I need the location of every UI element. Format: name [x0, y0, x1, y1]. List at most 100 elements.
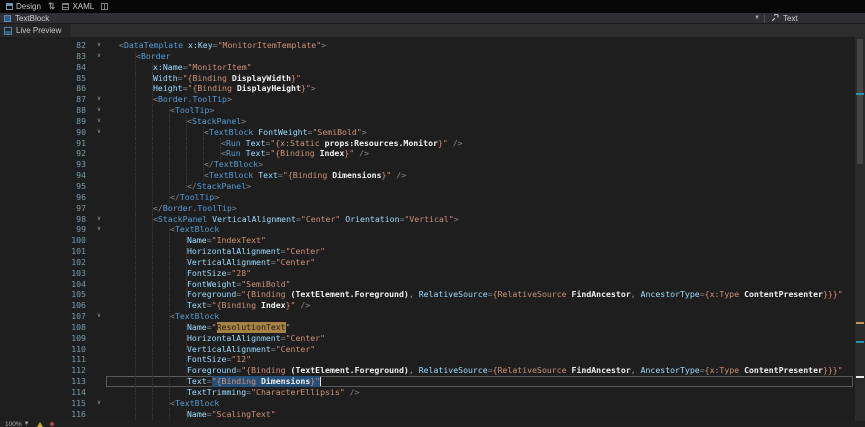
- code-line[interactable]: 105Foreground="{Binding (TextElement.For…: [0, 289, 865, 300]
- code-line[interactable]: 86Height="{Binding DisplayHeight}">: [0, 83, 865, 94]
- code-token: {x:Type: [705, 289, 744, 300]
- code-line[interactable]: 112Foreground="{Binding (TextElement.For…: [0, 365, 865, 376]
- indent-guide: [170, 246, 187, 257]
- code-token: Border.ToolTip: [163, 203, 232, 214]
- fold-chevron-icon[interactable]: ∨: [92, 311, 106, 322]
- code-line[interactable]: 113Text="{Binding Dimensions}": [0, 376, 865, 387]
- indent-guide: [170, 116, 187, 127]
- code-line[interactable]: 104FontWeight="SemiBold": [0, 279, 865, 290]
- code-line[interactable]: 102VerticalAlignment="Center": [0, 257, 865, 268]
- indent-guide: [153, 224, 170, 235]
- zoom-dropdown[interactable]: 100% ▼: [5, 421, 30, 427]
- code-line[interactable]: 108Name="ResolutionText": [0, 322, 865, 333]
- code-line[interactable]: 92<Run Text="{Binding Index}" />: [0, 148, 865, 159]
- indent-guide: [170, 344, 187, 355]
- line-number: 99: [0, 224, 92, 235]
- element-dropdown[interactable]: TextBlock ▼: [0, 13, 764, 23]
- line-number: 103: [0, 268, 92, 279]
- code-line[interactable]: 93</TextBlock>: [0, 159, 865, 170]
- code-line[interactable]: 109HorizontalAlignment="Center": [0, 333, 865, 344]
- vertical-scrollbar[interactable]: [855, 37, 865, 421]
- code-token: Name: [187, 409, 207, 420]
- code-editor[interactable]: 82∨<DataTemplate x:Key="MonitorItemTempl…: [0, 37, 865, 421]
- fold-chevron-icon[interactable]: ∨: [92, 398, 106, 409]
- fold-chevron-icon[interactable]: ∨: [92, 40, 106, 51]
- code-token: ,: [631, 365, 641, 376]
- code-token: Run: [226, 138, 241, 149]
- zoom-level: 100%: [5, 421, 22, 427]
- fold-chevron-icon[interactable]: ∨: [92, 214, 106, 225]
- code-line[interactable]: 103FontSize="28": [0, 268, 865, 279]
- scrollbar-mark: [856, 93, 864, 95]
- indent-guide: [119, 289, 136, 300]
- code-line[interactable]: 83∨<Border: [0, 51, 865, 62]
- fold-chevron-icon[interactable]: ∨: [92, 105, 106, 116]
- code-line[interactable]: 114TextTrimming="CharacterEllipsis" />: [0, 387, 865, 398]
- indent-guide: [170, 268, 187, 279]
- code-line[interactable]: 91<Run Text="{x:Static props:Resources.M…: [0, 138, 865, 149]
- indent-guide: [170, 235, 187, 246]
- split-view-icon[interactable]: [101, 3, 108, 10]
- code-line[interactable]: 101HorizontalAlignment="Center": [0, 246, 865, 257]
- indent-guide: [119, 235, 136, 246]
- code-line[interactable]: 106Text="{Binding Index}" />: [0, 300, 865, 311]
- code-line[interactable]: 97</Border.ToolTip>: [0, 203, 865, 214]
- swap-panes-icon[interactable]: ⇅: [48, 2, 56, 11]
- indent-guide: [136, 365, 153, 376]
- line-number: 110: [0, 344, 92, 355]
- code-line[interactable]: 90∨<TextBlock FontWeight="SemiBold">: [0, 127, 865, 138]
- code-token: TextBlock: [209, 127, 253, 138]
- code-line[interactable]: 99∨<TextBlock: [0, 224, 865, 235]
- code-line[interactable]: 107∨<TextBlock: [0, 311, 865, 322]
- code-line[interactable]: 95</StackPanel>: [0, 181, 865, 192]
- code-line[interactable]: 87∨<Border.ToolTip>: [0, 94, 865, 105]
- indent-guide: [170, 170, 187, 181]
- xaml-tab[interactable]: XAML: [62, 2, 94, 11]
- code-line[interactable]: 82∨<DataTemplate x:Key="MonitorItemTempl…: [0, 40, 865, 51]
- design-tab[interactable]: Design: [6, 2, 41, 11]
- line-number: 93: [0, 159, 92, 170]
- code-line[interactable]: 94<TextBlock Text="{Binding Dimensions}"…: [0, 170, 865, 181]
- indent-guide: [136, 62, 153, 73]
- fold-chevron-icon[interactable]: ∨: [92, 224, 106, 235]
- code-line[interactable]: 96</ToolTip>: [0, 192, 865, 203]
- code-line[interactable]: 111FontSize="12": [0, 354, 865, 365]
- code-line[interactable]: 115∨<TextBlock: [0, 398, 865, 409]
- indent-guide: [119, 73, 136, 84]
- fold-chevron-icon[interactable]: ∨: [92, 94, 106, 105]
- indent-guide: [136, 409, 153, 420]
- fold-chevron-icon[interactable]: ∨: [92, 116, 106, 127]
- code-line-content: <Border.ToolTip>: [106, 94, 853, 105]
- code-line[interactable]: 100Name="IndexText": [0, 235, 865, 246]
- code-token: "MonitorItem": [188, 62, 252, 73]
- code-line-content: <StackPanel VerticalAlignment="Center" O…: [106, 214, 853, 225]
- xaml-tab-label: XAML: [72, 2, 94, 11]
- indent-guide: [119, 181, 136, 192]
- property-dropdown[interactable]: Text: [765, 13, 865, 23]
- indent-guide: [153, 170, 170, 181]
- code-line-content: Foreground="{Binding (TextElement.Foregr…: [106, 289, 853, 300]
- line-number: 90: [0, 127, 92, 138]
- code-token: Text: [187, 376, 207, 387]
- fold-chevron-icon[interactable]: ∨: [92, 127, 106, 138]
- code-line[interactable]: 89∨<StackPanel>: [0, 116, 865, 127]
- code-token: "Center": [276, 344, 315, 355]
- live-preview-tab[interactable]: Live Preview: [0, 24, 71, 37]
- code-line[interactable]: 116Name="ScalingText": [0, 409, 865, 420]
- error-indicator-icon[interactable]: [50, 422, 54, 426]
- fold-chevron-icon[interactable]: ∨: [92, 51, 106, 62]
- warning-indicator-icon[interactable]: [37, 422, 43, 427]
- code-line[interactable]: 110VerticalAlignment="Center": [0, 344, 865, 355]
- code-token: />: [295, 300, 310, 311]
- live-preview-label: Live Preview: [16, 26, 61, 35]
- code-token: "{x:Static: [270, 138, 324, 149]
- code-token: Text: [253, 170, 278, 181]
- code-token: "Vertical": [404, 214, 453, 225]
- code-line[interactable]: 88∨<ToolTip>: [0, 105, 865, 116]
- code-line[interactable]: 85Width="{Binding DisplayWidth}": [0, 73, 865, 84]
- code-line[interactable]: 98∨<StackPanel VerticalAlignment="Center…: [0, 214, 865, 225]
- code-line-content: FontSize="12": [106, 354, 853, 365]
- indent-guide: [204, 138, 221, 149]
- scrollbar-thumb[interactable]: [857, 39, 863, 164]
- code-line[interactable]: 84x:Name="MonitorItem": [0, 62, 865, 73]
